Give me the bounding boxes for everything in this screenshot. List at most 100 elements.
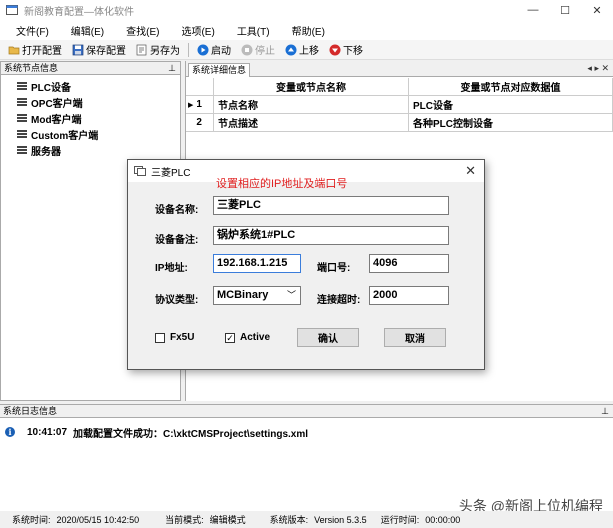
- move-up-button[interactable]: 上移: [283, 41, 321, 59]
- menu-file[interactable]: 文件(F): [14, 21, 51, 40]
- pin-icon[interactable]: ⊥: [601, 405, 609, 417]
- menu-tools[interactable]: 工具(T): [235, 21, 272, 40]
- system-time-value: 2020/05/15 10:42:50: [56, 514, 140, 525]
- row-header: ▶2: [186, 114, 214, 131]
- stop-button[interactable]: 停止: [239, 41, 277, 59]
- ip-address-field[interactable]: 192.168.1.215: [213, 254, 301, 273]
- check-icon: ✓: [225, 332, 235, 343]
- play-icon: [197, 44, 209, 56]
- tree-node-label: OPC客户端: [31, 98, 83, 110]
- column-header[interactable]: 变量或节点对应数据值: [409, 78, 613, 95]
- save-config-button[interactable]: 保存配置: [70, 41, 128, 59]
- plc-settings-dialog: 三菱PLC 设置相应的IP地址及端口号 ✕ 设备名称: 三菱PLC 设备备注: …: [127, 159, 485, 370]
- confirm-button[interactable]: 确认: [297, 328, 359, 347]
- runtime-label: 运行时间:: [380, 515, 420, 525]
- fx5u-checkbox[interactable]: Fx5U: [155, 332, 194, 343]
- dialog-close-button[interactable]: ✕: [465, 163, 476, 179]
- system-log-panel-header: 系统日志信息 ⊥: [0, 405, 613, 418]
- save-as-label: 另存为: [150, 46, 180, 57]
- mode-value: 编辑模式: [209, 515, 246, 525]
- move-down-button[interactable]: 下移: [327, 41, 365, 59]
- tree-node-server[interactable]: 服务器: [1, 142, 180, 158]
- list-icon: [17, 129, 27, 139]
- list-icon: [17, 145, 27, 155]
- hint-annotation: 设置相应的IP地址及端口号: [216, 178, 348, 190]
- start-label: 启动: [211, 46, 231, 57]
- save-as-button[interactable]: 另存为: [134, 41, 182, 59]
- tree-node-label: Mod客户端: [31, 114, 82, 126]
- column-header[interactable]: 变量或节点名称: [214, 78, 409, 95]
- row-header: ▶ 1: [186, 96, 214, 113]
- device-note-field[interactable]: 锅炉系统1#PLC: [213, 226, 449, 245]
- row-index: 1: [196, 99, 202, 110]
- detail-table: 变量或节点名称 变量或节点对应数据值 ▶1 节点名称 PLC设备 ▶2 节点描述…: [186, 78, 613, 132]
- table-cell[interactable]: 各种PLC控制设备: [409, 114, 613, 131]
- tree-node-plc[interactable]: PLC设备: [1, 78, 180, 94]
- system-log-panel: 系统日志信息 ⊥ i 10:41:07 加载配置文件成功：C:\xktCMSPr…: [0, 404, 613, 514]
- tree-node-opc[interactable]: OPC客户端: [1, 94, 180, 110]
- stop-icon: [241, 44, 253, 56]
- device-note-label: 设备备注:: [155, 235, 199, 246]
- menu-options[interactable]: 选项(E): [179, 21, 216, 40]
- column-header: [186, 78, 214, 95]
- toolbar: 打开配置 保存配置 另存为 启动 停止 上移 下移: [0, 40, 613, 60]
- port-field[interactable]: 4096: [369, 254, 449, 273]
- node-tree: PLC设备 OPC客户端 Mod客户端 Custom客户端 服务器: [1, 75, 180, 158]
- table-cell[interactable]: 节点描述: [214, 114, 409, 131]
- system-time-label: 系统时间:: [12, 515, 51, 525]
- log-message: 加载配置文件成功：C:\xktCMSProject\settings.xml: [73, 428, 309, 440]
- pin-icon[interactable]: ⊥: [168, 62, 176, 74]
- table-row[interactable]: ▶2 节点描述 各种PLC控制设备: [186, 114, 613, 132]
- dialog-title: 三菱PLC: [151, 167, 191, 179]
- tree-node-mod[interactable]: Mod客户端: [1, 110, 180, 126]
- cancel-button[interactable]: 取消: [384, 328, 446, 347]
- table-row[interactable]: ▶ 1 节点名称 PLC设备: [186, 96, 613, 114]
- tab-system-detail[interactable]: 系统详细信息: [188, 63, 251, 77]
- system-log-panel-title: 系统日志信息: [3, 406, 58, 416]
- status-bar: 系统时间: 2020/05/15 10:42:50 当前模式: 编辑模式 系统版…: [0, 511, 613, 528]
- tree-node-label: PLC设备: [31, 82, 71, 94]
- tab-bar: 系统详细信息 ◂ ▸ ✕: [186, 61, 613, 77]
- folder-icon: [8, 44, 20, 56]
- system-node-panel-header: 系统节点信息 ⊥: [1, 62, 180, 75]
- move-down-label: 下移: [343, 46, 363, 57]
- toolbar-separator: [188, 42, 189, 57]
- active-label: Active: [240, 332, 271, 343]
- table-header: 变量或节点名称 变量或节点对应数据值: [186, 78, 613, 96]
- menu-edit[interactable]: 编辑(E): [69, 21, 106, 40]
- active-checkbox[interactable]: ✓ Active: [225, 332, 270, 343]
- save-icon: [72, 44, 84, 56]
- window-title: 新阁教育配置—体化软件: [24, 6, 134, 18]
- title-bar: 新阁教育配置—体化软件 — ☐ ✕: [0, 0, 613, 20]
- open-config-button[interactable]: 打开配置: [6, 41, 64, 59]
- open-config-label: 打开配置: [22, 46, 62, 57]
- save-as-icon: [136, 44, 148, 56]
- system-node-panel-title: 系统节点信息: [4, 63, 59, 73]
- tree-node-label: 服务器: [31, 146, 61, 158]
- info-icon: i: [5, 427, 15, 437]
- app-icon: [6, 4, 18, 16]
- chevron-down-icon: ﹀: [286, 290, 296, 300]
- close-button[interactable]: ✕: [581, 0, 613, 20]
- arrow-up-icon: [285, 44, 297, 56]
- maximize-button[interactable]: ☐: [549, 0, 581, 20]
- device-name-field[interactable]: 三菱PLC: [213, 196, 449, 215]
- fx5u-label: Fx5U: [170, 332, 195, 343]
- runtime-value: 00:00:00: [425, 514, 461, 525]
- version-label: 系统版本:: [269, 515, 309, 525]
- protocol-label: 协议类型:: [155, 295, 199, 306]
- start-button[interactable]: 启动: [195, 41, 233, 59]
- protocol-dropdown[interactable]: MCBinary ﹀: [213, 286, 301, 305]
- checkbox-box: [155, 332, 165, 343]
- list-icon: [17, 113, 27, 123]
- tab-controls[interactable]: ◂ ▸ ✕: [587, 63, 609, 74]
- table-cell[interactable]: 节点名称: [214, 96, 409, 113]
- menu-help[interactable]: 帮助(E): [290, 21, 327, 40]
- menu-find[interactable]: 查找(E): [124, 21, 161, 40]
- minimize-button[interactable]: —: [517, 0, 549, 20]
- tree-node-custom[interactable]: Custom客户端: [1, 126, 180, 142]
- version-value: Version 5.3.5: [314, 514, 367, 525]
- ip-label: IP地址:: [155, 263, 188, 274]
- table-cell[interactable]: PLC设备: [409, 96, 613, 113]
- timeout-field[interactable]: 2000: [369, 286, 449, 305]
